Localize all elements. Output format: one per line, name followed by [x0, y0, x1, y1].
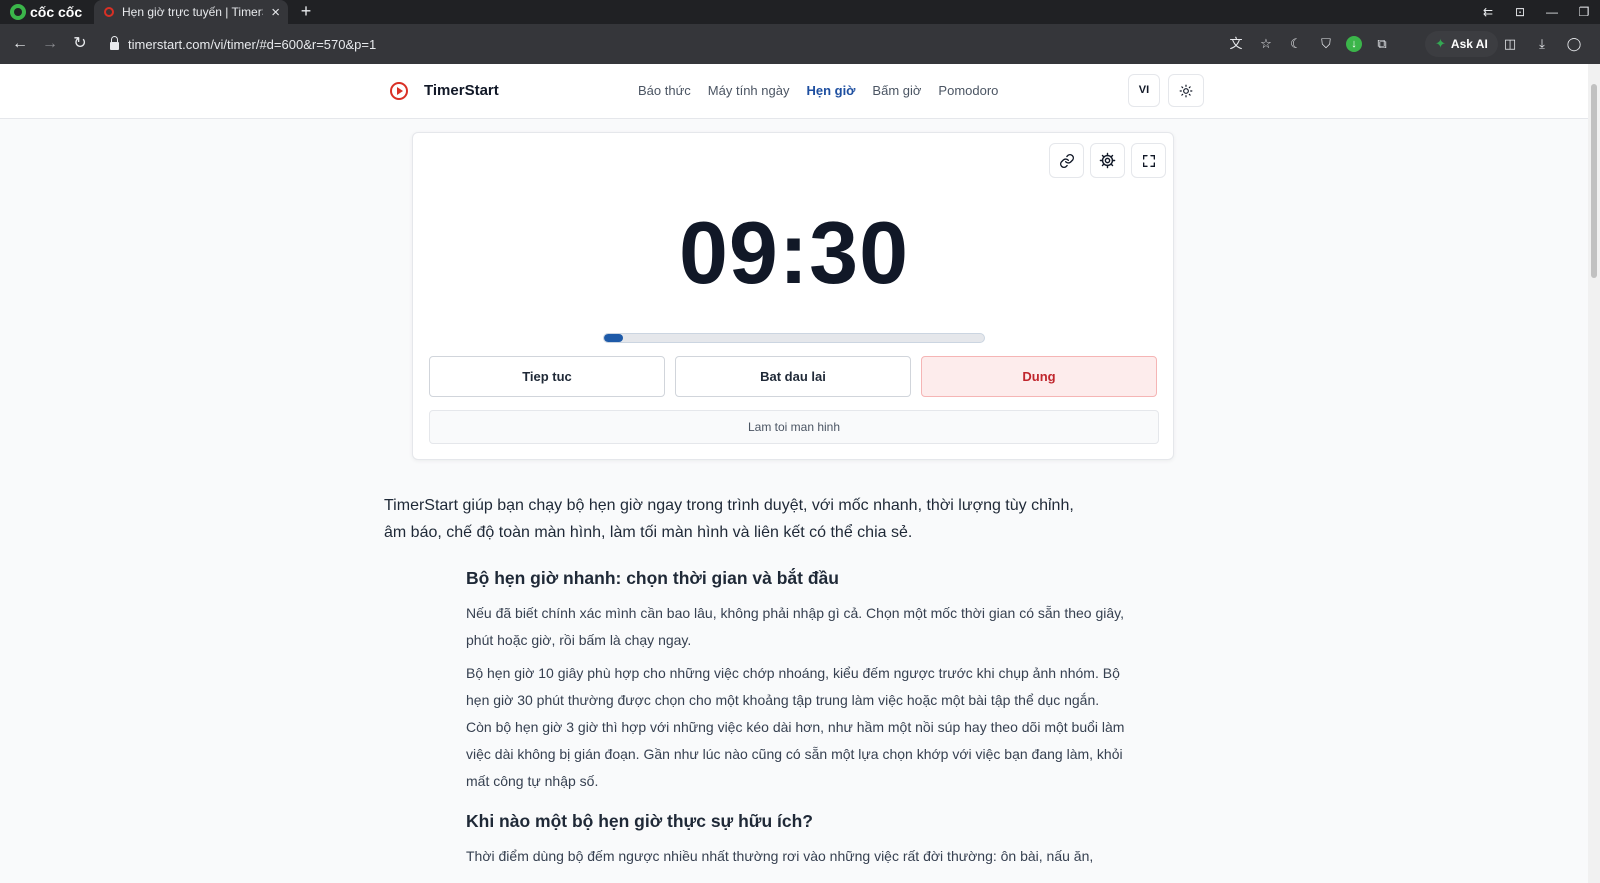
site-name[interactable]: TimerStart: [424, 82, 499, 99]
settings-button[interactable]: [1090, 143, 1125, 178]
toolbar-right-icons: ◫ ⤓ ◯: [1500, 32, 1584, 56]
gear-icon: [1099, 152, 1116, 169]
restore-icon[interactable]: ❐: [1568, 5, 1600, 19]
moon-icon[interactable]: ☾: [1286, 32, 1306, 56]
dim-screen-button[interactable]: Lam toi man hinh: [429, 410, 1159, 444]
site-logo-icon[interactable]: [384, 76, 414, 106]
timer-progress-fill: [604, 334, 623, 342]
translate-icon[interactable]: 文: [1226, 32, 1246, 56]
resume-button[interactable]: Tiep tuc: [429, 356, 665, 397]
section-heading-when-useful: Khi nào một bộ hẹn giờ thực sự hữu ích?: [466, 811, 813, 831]
section-paragraph: Bộ hẹn giờ 10 giây phù hợp cho những việ…: [466, 665, 1125, 789]
reload-icon[interactable]: ↻: [68, 32, 92, 56]
timer-progress-bar: [603, 333, 985, 343]
nav-link-pomodoro[interactable]: Pomodoro: [938, 83, 998, 98]
extensions-icon[interactable]: ⧉: [1372, 32, 1392, 56]
page-viewport: TimerStart Báo thức Máy tính ngày Hẹn gi…: [0, 64, 1588, 883]
language-button[interactable]: VI: [1128, 74, 1160, 107]
section-paragraph: Nếu đã biết chính xác mình cần bao lâu, …: [466, 605, 1124, 648]
intro-text: TimerStart giúp bạn chạy bộ hẹn giờ ngay…: [384, 497, 1074, 541]
lock-icon[interactable]: [110, 36, 119, 50]
ask-ai-button[interactable]: ✦ Ask AI: [1425, 31, 1498, 57]
nav-link-alarm[interactable]: Báo thức: [638, 83, 691, 98]
nav-link-timer[interactable]: Hẹn giờ: [806, 83, 855, 98]
scrollbar-thumb[interactable]: [1591, 84, 1597, 278]
fullscreen-icon: [1142, 154, 1155, 167]
share-link-button[interactable]: [1049, 143, 1084, 178]
sun-icon: [1179, 84, 1193, 97]
site-header: TimerStart Báo thức Máy tính ngày Hẹn gi…: [0, 64, 1588, 119]
main-nav: Báo thức Máy tính ngày Hẹn giờ Bấm giờ P…: [638, 83, 998, 98]
browser-brand-label: cốc cốc: [30, 4, 83, 20]
star-icon[interactable]: ☆: [1256, 32, 1276, 56]
timer-card: 09:30 Tiep tuc Bat dau lai Dung Lam toi …: [412, 132, 1174, 460]
sparkle-icon: ✦: [1435, 36, 1446, 51]
countdown-display: 09:30: [678, 203, 910, 302]
fullscreen-button[interactable]: [1131, 143, 1166, 178]
tab-title: Hẹn giờ trực tuyến | TimerSt: [122, 5, 264, 19]
browser-tab-active[interactable]: Hẹn giờ trực tuyến | TimerSt ×: [94, 0, 288, 24]
browser-tabbar: cốc cốc Hẹn giờ trực tuyến | TimerSt × +…: [0, 0, 1600, 24]
downloads-icon[interactable]: ⤓: [1532, 32, 1552, 56]
sidebar-icon[interactable]: ◫: [1500, 32, 1520, 56]
link-icon: [1059, 153, 1074, 168]
coccoc-logo-icon: [10, 4, 26, 20]
ask-ai-label: Ask AI: [1450, 37, 1488, 51]
address-bar[interactable]: timerstart.com/vi/timer/#d=600&r=570&p=1: [102, 31, 1412, 57]
nav-link-stopwatch[interactable]: Bấm giờ: [872, 83, 921, 98]
page-scrollbar[interactable]: [1588, 64, 1600, 883]
toolbar-extension-icons: 文 ☆ ☾ ⛉ ↓ ⧉: [1226, 32, 1392, 56]
stop-button[interactable]: Dung: [921, 356, 1157, 397]
tab-close-icon[interactable]: ×: [271, 5, 280, 20]
browser-brand[interactable]: cốc cốc: [10, 3, 82, 21]
url-text: timerstart.com/vi/timer/#d=600&r=570&p=1: [128, 36, 377, 52]
browser-toolbar: ← → ↻ timerstart.com/vi/timer/#d=600&r=5…: [0, 24, 1600, 64]
shield-icon[interactable]: ⛉: [1316, 32, 1336, 56]
section-heading-quick-timer: Bộ hẹn giờ nhanh: chọn thời gian và bắt …: [466, 568, 839, 588]
article: Bộ hẹn giờ nhanh: chọn thời gian và bắt …: [466, 566, 1126, 876]
forward-icon[interactable]: →: [38, 32, 62, 56]
download-badge-icon[interactable]: ↓: [1346, 36, 1362, 52]
section-paragraph: Thời điểm dùng bộ đếm ngược nhiều nhất t…: [466, 848, 1094, 864]
screenshot-icon[interactable]: ⊡: [1504, 5, 1536, 19]
new-tab-icon[interactable]: +: [296, 0, 316, 24]
back-icon[interactable]: ←: [8, 32, 32, 56]
tab-search-icon[interactable]: ⇇: [1472, 5, 1504, 19]
tab-favicon-icon: [104, 7, 114, 17]
restart-button[interactable]: Bat dau lai: [675, 356, 911, 397]
profile-icon[interactable]: ◯: [1564, 32, 1584, 56]
window-controls: ⇇ ⊡ — ❐: [1472, 0, 1600, 24]
nav-link-date-calculator[interactable]: Máy tính ngày: [708, 83, 790, 98]
theme-toggle-button[interactable]: [1168, 74, 1204, 107]
minimize-icon[interactable]: —: [1536, 5, 1568, 19]
